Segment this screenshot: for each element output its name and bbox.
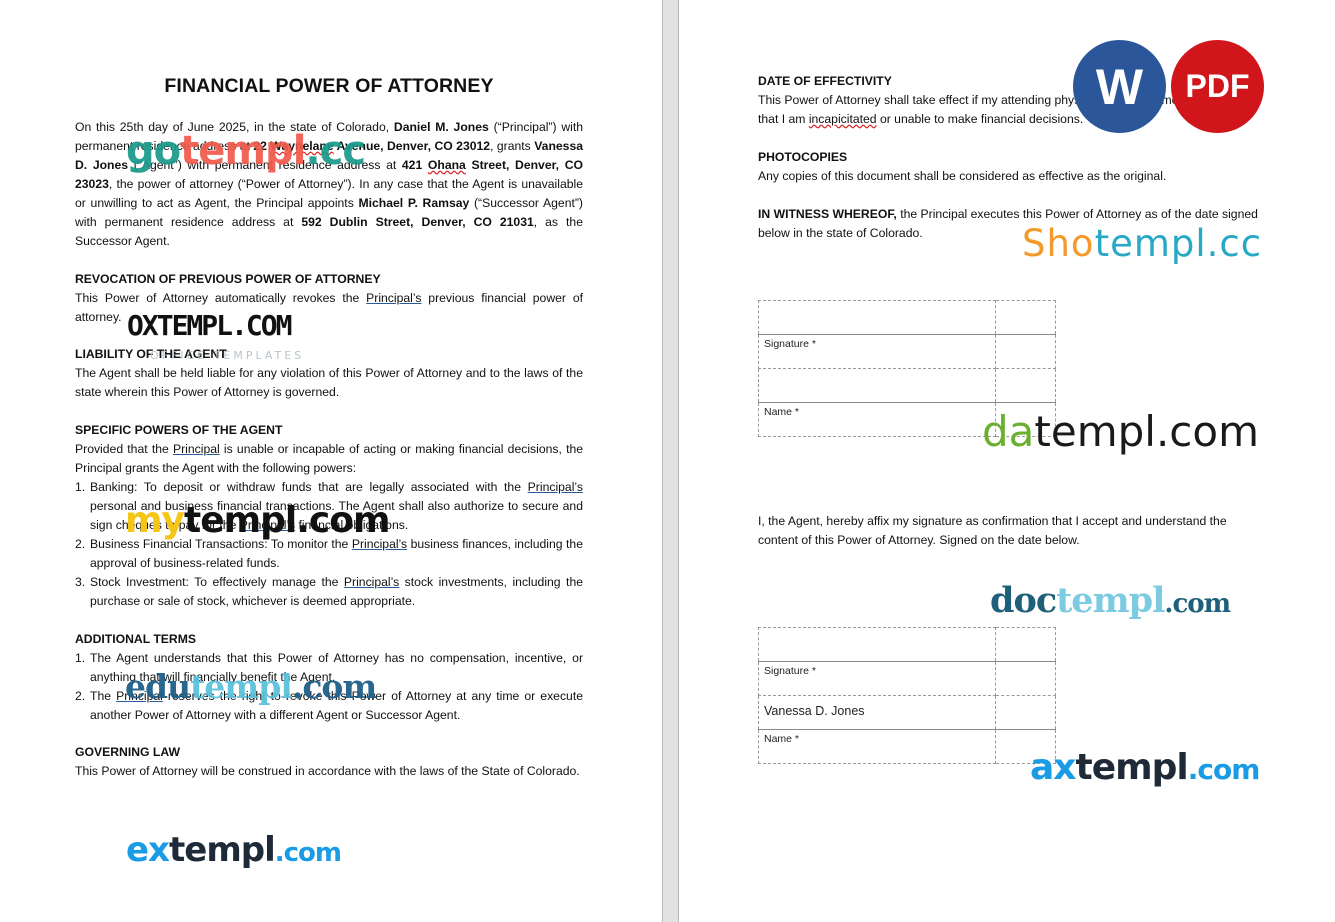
- liability-section: LIABILITY OF THE AGENT The Agent shall b…: [75, 345, 583, 402]
- table-cell: [995, 402, 1056, 437]
- section-heading: REVOCATION OF PREVIOUS POWER OF ATTORNEY: [75, 272, 381, 286]
- page-gutter: [662, 0, 679, 922]
- table-cell: [995, 729, 1056, 764]
- agent-name-field[interactable]: Vanessa D. Jones: [758, 695, 996, 730]
- successor-name: Michael P. Ramsay: [358, 196, 470, 210]
- principal-link: Principal: [172, 442, 220, 456]
- successor-address: 592 Dublin Street, Denver, CO 21031: [301, 215, 534, 229]
- table-cell: [995, 695, 1056, 730]
- list-item: 1. Banking: To deposit or withdraw funds …: [75, 480, 583, 532]
- section-heading: SPECIFIC POWERS OF THE AGENT: [75, 423, 283, 437]
- section-heading: GOVERNING LAW: [75, 745, 180, 759]
- section-body: Any copies of this document shall be con…: [758, 169, 1167, 183]
- intro-text: , grants: [490, 139, 535, 153]
- terms-list: 1. The Agent understands that this Power …: [75, 649, 583, 725]
- witness-section: IN WITNESS WHEREOF, the Principal execut…: [758, 205, 1258, 243]
- table-cell: [995, 300, 1056, 335]
- principal-link: Principal’s: [366, 291, 422, 305]
- word-format-icon[interactable]: W: [1073, 40, 1166, 133]
- section-body: Provided that the Principal is unable or…: [75, 442, 584, 475]
- photocopies-section: PHOTOCOPIES Any copies of this document …: [758, 148, 1266, 186]
- list-item: 3. Stock Investment: To effectively manag…: [75, 575, 583, 608]
- witness-heading: IN WITNESS WHEREOF,: [758, 207, 897, 221]
- document-page-1: FINANCIAL POWER OF ATTORNEY On this 25th…: [0, 0, 662, 922]
- intro-text: On this 25th day of June 2025, in the st…: [75, 120, 394, 134]
- section-body: This Power of Attorney automatically rev…: [75, 291, 583, 324]
- agent-statement: I, the Agent, hereby affix my signature …: [758, 514, 1227, 547]
- intro-text: (“Agent”) with permanent residence addre…: [128, 158, 402, 172]
- principal-signature-table: Signature * Name *: [758, 300, 1056, 437]
- principal-name: Daniel M. Jones: [393, 120, 489, 134]
- principal-signature-field[interactable]: [758, 300, 996, 335]
- signature-label: Signature *: [758, 334, 996, 369]
- specific-powers-section: SPECIFIC POWERS OF THE AGENT Provided th…: [75, 421, 583, 611]
- table-cell: [995, 334, 1056, 369]
- powers-list: 1. Banking: To deposit or withdraw funds …: [75, 478, 583, 611]
- agent-signature-table: Signature * Vanessa D. Jones Name *: [758, 627, 1056, 764]
- name-label: Name *: [758, 402, 996, 437]
- list-item: 2. The Principal reserves the right to re…: [75, 689, 583, 722]
- list-item: 2. Business Financial Transactions: To mo…: [75, 537, 583, 570]
- intro-paragraph: On this 25th day of June 2025, in the st…: [75, 118, 583, 251]
- section-heading: PHOTOCOPIES: [758, 150, 848, 164]
- section-body: This Power of Attorney will be construed…: [75, 764, 580, 778]
- additional-terms-section: ADDITIONAL TERMS 1. The Agent understands…: [75, 630, 583, 725]
- governing-law-section: GOVERNING LAW This Power of Attorney wil…: [75, 743, 587, 781]
- list-item: 1. The Agent understands that this Power …: [75, 651, 583, 684]
- table-cell: [995, 368, 1056, 403]
- document-page-2: [679, 0, 1335, 922]
- principal-address: 22 Waynelane Avenue, Denver, CO 23012: [253, 139, 491, 153]
- document-title: FINANCIAL POWER OF ATTORNEY: [164, 75, 494, 97]
- section-body: The Agent shall be held liable for any v…: [75, 366, 583, 399]
- watermark-extempl: extempl.com: [126, 830, 342, 870]
- section-heading: ADDITIONAL TERMS: [75, 632, 196, 646]
- table-cell: [995, 661, 1056, 696]
- signature-label: Signature *: [758, 661, 996, 696]
- section-heading: LIABILITY OF THE AGENT: [75, 347, 227, 361]
- revocation-section: REVOCATION OF PREVIOUS POWER OF ATTORNEY…: [75, 270, 583, 327]
- table-cell: [995, 627, 1056, 662]
- agent-signature-field[interactable]: [758, 627, 996, 662]
- principal-name-field[interactable]: [758, 368, 996, 403]
- pdf-format-icon[interactable]: PDF: [1171, 40, 1264, 133]
- name-label: Name *: [758, 729, 996, 764]
